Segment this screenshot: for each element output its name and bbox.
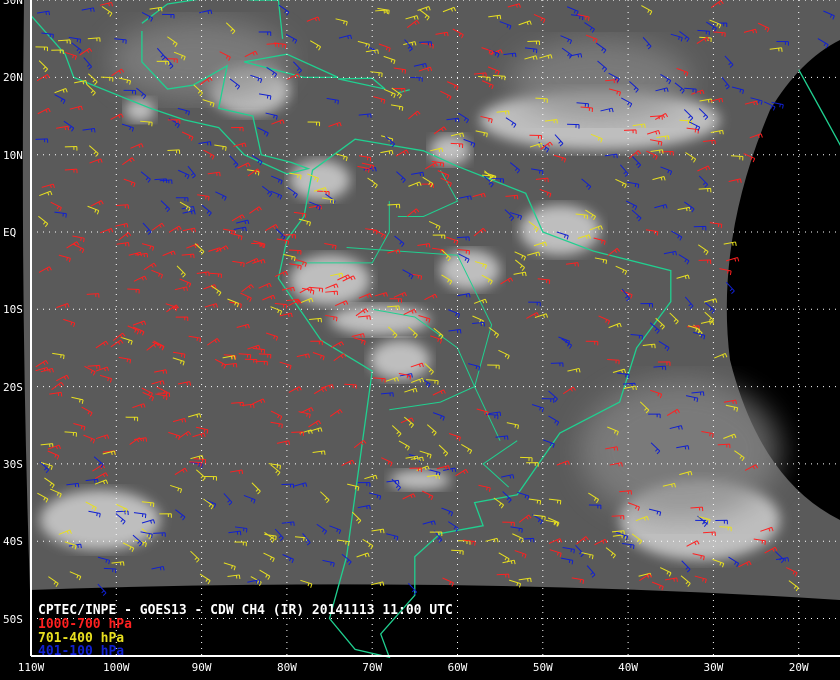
lat-label: 10N [3,148,23,162]
satellite-wind-map[interactable] [0,0,840,680]
cloud-haze [580,380,780,520]
lat-label: 10S [3,303,23,317]
lon-label: 20W [788,661,809,674]
map-title: CPTEC/INPE - GOES13 - CDW CH4 (IR) 20141… [38,603,453,618]
cloud [290,160,350,200]
lat-label: 30N [3,0,23,8]
lat-label: 50S [3,612,23,626]
lon-label: 30W [703,661,724,674]
coast-africa [798,69,840,146]
cloud [520,205,600,255]
lon-label: 100W [103,661,130,674]
lon-label: 90W [191,661,212,674]
legend-high-level: 401-100 hPa [38,644,125,659]
lon-label: 110W [17,661,45,674]
lon-label: 40W [618,661,639,674]
cloud [390,470,450,490]
lat-label: EQ [3,226,17,239]
lon-label: 80W [276,661,297,674]
lat-label: 20N [3,71,23,85]
cloud [125,98,155,122]
lat-label: 20S [3,380,23,394]
lat-label: 40S [3,535,23,549]
wind-barb [725,281,735,295]
lon-label: 70W [362,661,383,674]
cloud [40,490,160,550]
legend-low-level: 1000-700 hPa [38,617,132,632]
lon-label: 50W [532,661,553,674]
lat-label: 30S [3,457,23,471]
lon-label: 60W [447,661,468,674]
